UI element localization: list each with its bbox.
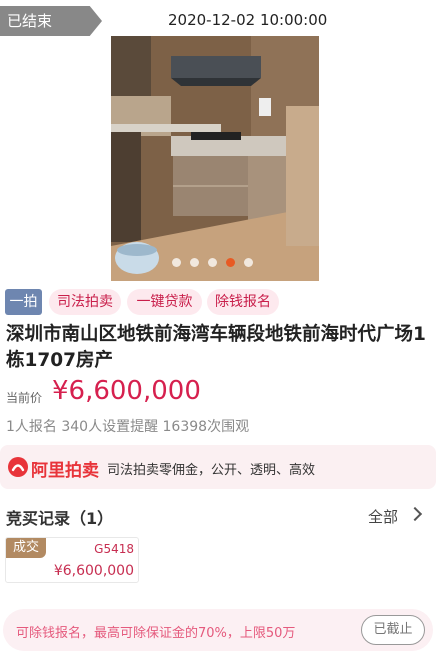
- one-auction-tag: 一拍: [5, 289, 42, 315]
- ali-auction-banner[interactable]: 阿里拍卖 司法拍卖零佣金，公开、透明、高效: [0, 445, 436, 489]
- ali-brand-name: 阿里拍卖: [31, 461, 99, 481]
- closed-button[interactable]: 已截止: [361, 615, 425, 645]
- gallery-dot[interactable]: [172, 258, 181, 267]
- ali-logo-icon: [8, 457, 28, 477]
- ali-description: 司法拍卖零佣金，公开、透明、高效: [107, 463, 316, 478]
- judicial-auction-tag[interactable]: 司法拍卖: [49, 289, 121, 315]
- property-title: 深圳市南山区地铁前海湾车辆段地铁前海时代广场1栋1707房产: [6, 324, 426, 371]
- bidder-code: G5418: [94, 542, 134, 556]
- deal-badge: 成交: [6, 538, 46, 558]
- deposit-notice-text: 可除钱报名，最高可除保证金的70%，上限50万: [16, 626, 296, 641]
- deposit-signup-tag[interactable]: 除钱报名: [207, 289, 279, 315]
- gallery-dot[interactable]: [190, 258, 199, 267]
- property-photo[interactable]: [111, 36, 319, 281]
- auction-end-time: 2020-12-02 10:00:00: [168, 11, 328, 29]
- auction-stats: 1人报名 340人设置提醒 16398次围观: [6, 419, 250, 435]
- bid-record-card: 成交 G5418 ¥6,600,000: [5, 537, 139, 583]
- gallery-area: 已结束 2020-12-02 10:00:00: [0, 0, 436, 282]
- bid-records-title: 竞买记录（1）: [6, 509, 114, 528]
- gallery-dot-active[interactable]: [226, 258, 235, 267]
- chevron-right-icon[interactable]: [407, 506, 423, 522]
- all-records-link[interactable]: 全部: [368, 506, 398, 527]
- auction-status-badge: 已结束: [0, 6, 102, 36]
- gallery-pagination: [172, 258, 253, 267]
- kitchen-image: [111, 36, 319, 281]
- gallery-dot[interactable]: [208, 258, 217, 267]
- current-price: ¥6,600,000: [52, 376, 201, 406]
- current-price-label: 当前价: [6, 391, 43, 405]
- loan-tag[interactable]: 一键贷款: [127, 289, 202, 315]
- bid-amount: ¥6,600,000: [53, 563, 134, 579]
- tag-row: 一拍 司法拍卖 一键贷款 除钱报名: [0, 289, 436, 319]
- gallery-dot[interactable]: [244, 258, 253, 267]
